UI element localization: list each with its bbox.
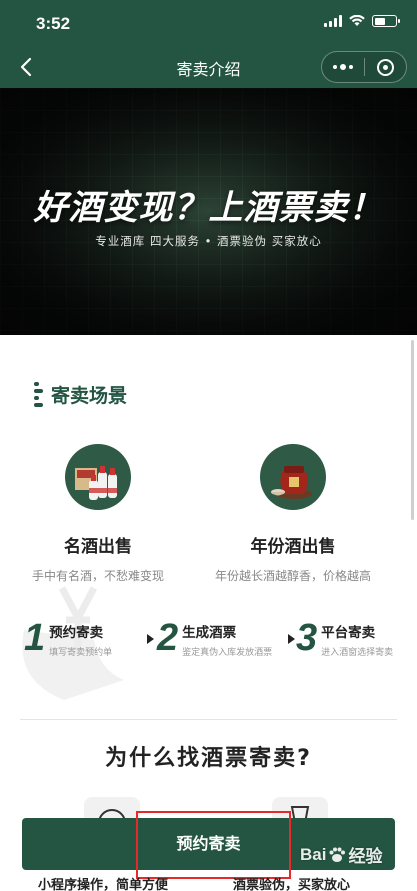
battery-icon <box>372 15 400 27</box>
section-title: 寄卖场景 <box>51 385 128 407</box>
step-desc: 鉴定真伪入库发放酒票 <box>182 648 273 658</box>
step-title: 平台寄卖 <box>321 625 376 641</box>
step-number: 1 <box>24 617 46 659</box>
highlight-annotation <box>136 811 291 879</box>
step-desc: 进入酒窗选择寄卖 <box>321 648 394 658</box>
feature-card-vintage-liquor: 年份酒出售 年份越长酒越醇香，价格越高 <box>193 444 393 584</box>
banner-subline: 专业酒库 四大服务 • 酒票验伪 买家放心 <box>95 234 322 248</box>
step-title: 预约寄卖 <box>49 625 104 641</box>
paw-icon <box>329 847 346 862</box>
step-number: 3 <box>296 617 318 659</box>
feature-title: 名酒出售 <box>64 537 132 557</box>
feature-desc: 年份越长酒越醇香，价格越高 <box>214 569 371 583</box>
step-3: 3 平台寄卖 进入酒窗选择寄卖 <box>296 618 393 658</box>
hero-banner: 好酒变现？上酒票卖！ 专业酒库 四大服务 • 酒票验伪 买家放心 <box>0 88 417 335</box>
benefit-labels: 小程序操作，简单方便 酒票验伪，买家放心 <box>0 874 417 891</box>
benefit-label-right: 酒票验伪，买家放心 <box>233 878 351 891</box>
nav-bar: 寄卖介绍 <box>0 46 417 88</box>
why-heading: 为什么找酒票寄卖? <box>105 746 312 771</box>
step-number: 2 <box>157 617 179 659</box>
step-title: 生成酒票 <box>182 625 237 641</box>
benefit-label-left: 小程序操作，简单方便 <box>38 878 169 891</box>
arrow-right-icon <box>147 634 154 644</box>
step-2: 2 生成酒票 鉴定真伪入库发放酒票 <box>157 618 272 658</box>
watermark-suffix: 经验 <box>348 847 383 866</box>
status-bar: 3:52 <box>0 0 417 46</box>
status-time: 3:52 <box>36 14 71 33</box>
baidu-watermark: Bai 经验 <box>300 842 382 867</box>
scrollbar[interactable] <box>411 340 414 520</box>
target-icon <box>376 58 394 76</box>
more-button[interactable] <box>322 52 364 82</box>
step-1: 1 预约寄卖 填写寄卖预约单 <box>24 618 112 658</box>
close-mini-program-button[interactable] <box>365 52 407 82</box>
wine-jar-icon <box>260 444 326 510</box>
liquor-bottles-icon <box>65 444 131 510</box>
wifi-icon <box>349 15 365 26</box>
banner-headline: 好酒变现？上酒票卖！ <box>33 188 384 228</box>
more-dots-icon <box>332 64 353 70</box>
section-heading: 寄卖场景 <box>34 381 127 408</box>
feature-card-famous-liquor: 名酒出售 手中有名酒，不愁难变现 <box>0 444 198 584</box>
feature-title: 年份酒出售 <box>250 537 336 557</box>
process-steps: 1 预约寄卖 填写寄卖预约单 2 生成酒票 鉴定真伪入库发放酒票 3 平台寄卖 … <box>24 618 414 666</box>
signal-icon <box>324 15 342 27</box>
status-icons <box>324 15 400 27</box>
watermark-text: Bai <box>300 844 327 864</box>
arrow-right-icon <box>288 634 295 644</box>
mini-program-capsule <box>321 51 407 83</box>
section-bars-icon <box>34 382 43 407</box>
step-desc: 填写寄卖预约单 <box>49 648 113 658</box>
section-divider <box>20 719 397 720</box>
